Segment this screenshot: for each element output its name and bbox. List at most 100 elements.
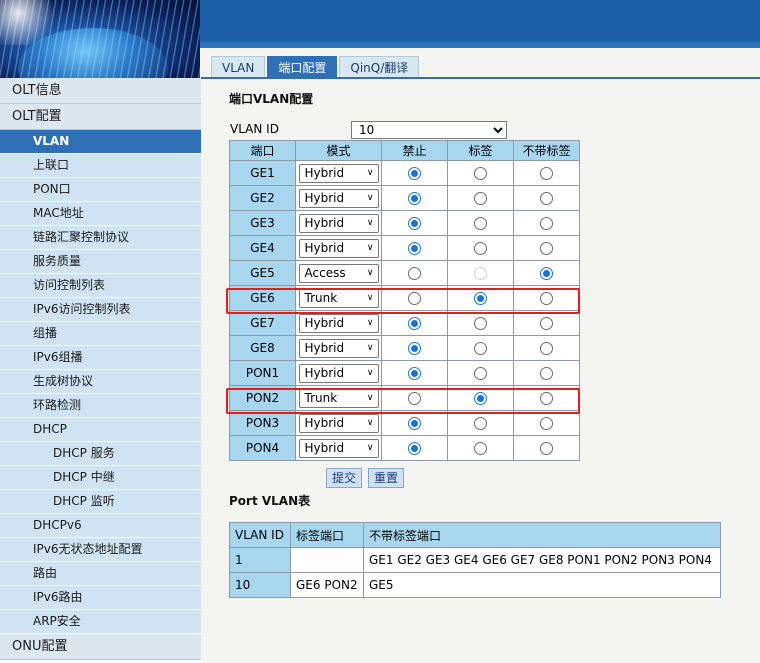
forbid-radio[interactable] <box>408 417 421 430</box>
sidebar-item-label: 服务质量 <box>33 254 82 268</box>
sidebar-item-11[interactable]: IPv6组播 <box>0 346 201 370</box>
tagged-cell <box>447 360 514 386</box>
submit-button[interactable]: 提交 <box>326 468 363 488</box>
sidebar-item-0[interactable]: OLT信息 <box>0 78 201 104</box>
sidebar-item-8[interactable]: 访问控制列表 <box>0 274 201 298</box>
forbid-radio[interactable] <box>408 342 421 355</box>
mode-select[interactable]: Hybrid ∨ <box>298 188 379 208</box>
mode-select[interactable]: Hybrid ∨ <box>298 363 379 383</box>
sidebar-item-21[interactable]: IPv6路由 <box>0 586 201 610</box>
sidebar-item-18[interactable]: DHCPv6 <box>0 514 201 538</box>
mode-select[interactable]: Hybrid ∨ <box>298 213 379 233</box>
sidebar-item-14[interactable]: DHCP <box>0 418 201 442</box>
tagged-cell <box>447 410 514 436</box>
mode-select[interactable]: Hybrid ∨ <box>298 338 379 358</box>
tagged-radio[interactable] <box>474 217 487 230</box>
pv-cell: GE1 GE2 GE3 GE4 GE6 GE7 GE8 PON1 PON2 PO… <box>363 547 721 573</box>
untagged-radio[interactable] <box>540 392 553 405</box>
sidebar-item-10[interactable]: 组播 <box>0 322 201 346</box>
tagged-radio[interactable] <box>474 392 487 405</box>
sidebar-item-4[interactable]: PON口 <box>0 178 201 202</box>
tagged-radio[interactable] <box>474 192 487 205</box>
mode-value: Trunk <box>304 390 338 405</box>
untagged-radio[interactable] <box>540 267 553 280</box>
sidebar-item-19[interactable]: IPv6无状态地址配置 <box>0 538 201 562</box>
untagged-radio[interactable] <box>540 217 553 230</box>
forbid-cell <box>381 160 448 186</box>
tagged-cell <box>447 185 514 211</box>
forbid-radio[interactable] <box>408 317 421 330</box>
mode-select[interactable]: Hybrid ∨ <box>298 438 379 458</box>
tagged-cell <box>447 260 514 286</box>
sidebar-item-15[interactable]: DHCP 服务 <box>0 442 201 466</box>
mode-select[interactable]: Trunk ∨ <box>298 388 379 408</box>
port-vlan-config-table: 端口 模式 禁止 标签 不带标签 GE1 Hybrid ∨ GE2 Hybrid ∨ GE3 Hybr… <box>229 140 580 461</box>
untagged-radio[interactable] <box>540 292 553 305</box>
untagged-radio[interactable] <box>540 442 553 455</box>
sidebar-item-5[interactable]: MAC地址 <box>0 202 201 226</box>
forbid-radio[interactable] <box>408 242 421 255</box>
sidebar-item-6[interactable]: 链路汇聚控制协议 <box>0 226 201 250</box>
reset-button[interactable]: 重置 <box>368 468 405 488</box>
port-name: GE8 <box>229 335 296 361</box>
sidebar-item-label: IPv6访问控制列表 <box>33 302 131 316</box>
tab-2[interactable]: QinQ/翻译 <box>339 56 420 78</box>
tagged-radio[interactable] <box>474 317 487 330</box>
sidebar-item-13[interactable]: 环路检测 <box>0 394 201 418</box>
sidebar-item-23[interactable]: ONU配置 <box>0 634 201 660</box>
untagged-radio[interactable] <box>540 317 553 330</box>
mode-select[interactable]: Hybrid ∨ <box>298 238 379 258</box>
chevron-down-icon: ∨ <box>366 192 374 203</box>
untagged-radio[interactable] <box>540 167 553 180</box>
untagged-radio[interactable] <box>540 342 553 355</box>
mode-value: Hybrid <box>304 365 345 380</box>
sidebar-item-9[interactable]: IPv6访问控制列表 <box>0 298 201 322</box>
mode-select[interactable]: Trunk ∨ <box>298 288 379 308</box>
vlan-id-select[interactable]: 10 <box>351 121 507 139</box>
mode-select[interactable]: Access ∨ <box>298 263 379 283</box>
sidebar-item-7[interactable]: 服务质量 <box>0 250 201 274</box>
untagged-radio[interactable] <box>540 242 553 255</box>
vlan-id-label: VLAN ID <box>230 122 279 136</box>
mode-select[interactable]: Hybrid ∨ <box>298 163 379 183</box>
tagged-radio[interactable] <box>474 167 487 180</box>
tagged-radio[interactable] <box>474 417 487 430</box>
forbid-radio[interactable] <box>408 192 421 205</box>
mode-select[interactable]: Hybrid ∨ <box>298 413 379 433</box>
untagged-radio[interactable] <box>540 192 553 205</box>
untagged-cell <box>513 435 580 461</box>
forbid-radio[interactable] <box>408 217 421 230</box>
tagged-radio[interactable] <box>474 242 487 255</box>
forbid-radio[interactable] <box>408 292 421 305</box>
tab-1[interactable]: 端口配置 <box>267 56 338 78</box>
port-row-ge2: GE2 Hybrid ∨ <box>229 185 580 211</box>
untagged-radio[interactable] <box>540 367 553 380</box>
column-header: 禁止 <box>381 140 448 161</box>
forbid-radio[interactable] <box>408 367 421 380</box>
tab-0[interactable]: VLAN <box>211 56 266 78</box>
sidebar-item-label: 链路汇聚控制协议 <box>33 230 130 244</box>
sidebar-item-1[interactable]: OLT配置 <box>0 104 201 130</box>
tagged-radio[interactable] <box>474 367 487 380</box>
tagged-radio[interactable] <box>474 442 487 455</box>
sidebar-item-20[interactable]: 路由 <box>0 562 201 586</box>
mode-select[interactable]: Hybrid ∨ <box>298 313 379 333</box>
forbid-radio[interactable] <box>408 267 421 280</box>
tagged-radio[interactable] <box>474 342 487 355</box>
sidebar-item-3[interactable]: 上联口 <box>0 154 201 178</box>
untagged-radio[interactable] <box>540 417 553 430</box>
forbid-radio[interactable] <box>408 392 421 405</box>
port-row-pon3: PON3 Hybrid ∨ <box>229 410 580 436</box>
sidebar-item-22[interactable]: ARP安全 <box>0 610 201 634</box>
sidebar-item-12[interactable]: 生成树协议 <box>0 370 201 394</box>
sidebar-item-2[interactable]: VLAN <box>0 130 201 154</box>
forbid-radio[interactable] <box>408 442 421 455</box>
header-banner-image <box>0 0 200 78</box>
mode-value: Hybrid <box>304 340 345 355</box>
port-row-ge4: GE4 Hybrid ∨ <box>229 235 580 261</box>
column-header: 不带标签 <box>513 140 580 161</box>
sidebar-item-16[interactable]: DHCP 中继 <box>0 466 201 490</box>
tagged-radio[interactable] <box>474 292 487 305</box>
forbid-radio[interactable] <box>408 167 421 180</box>
sidebar-item-17[interactable]: DHCP 监听 <box>0 490 201 514</box>
